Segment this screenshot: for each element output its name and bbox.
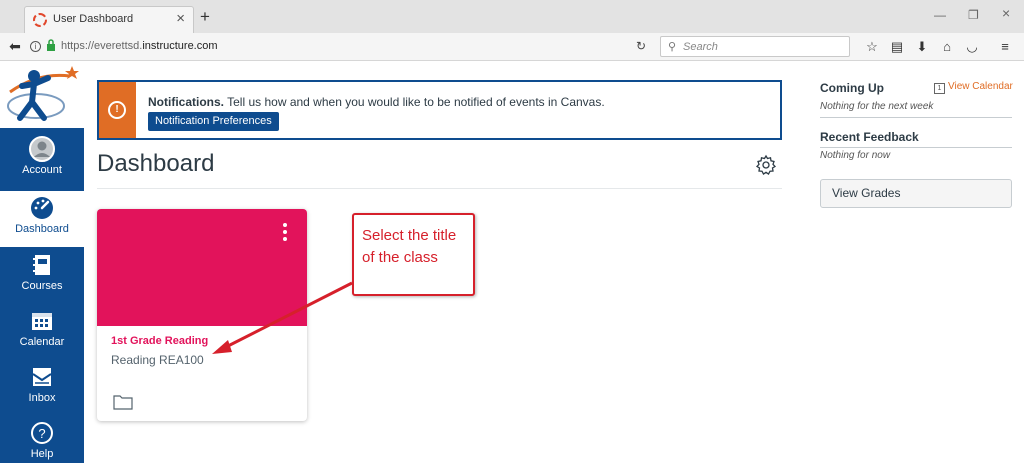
svg-text:?: ?	[38, 426, 45, 441]
nav-label-account: Account	[22, 164, 62, 176]
school-logo-icon	[7, 66, 79, 121]
callout-text: Select the title of the class	[362, 227, 457, 266]
course-card[interactable]: 1st Grade Reading Reading REA100	[97, 209, 307, 421]
dashboard-options-gear-icon[interactable]	[755, 154, 777, 176]
page-title: Dashboard	[97, 150, 215, 177]
global-navigation: Account Dashboard Courses Calendar Inbox…	[0, 62, 84, 463]
school-logo[interactable]	[0, 62, 84, 128]
card-options-kebab-icon[interactable]	[283, 223, 287, 241]
instruction-callout: Select the title of the class	[352, 213, 475, 296]
back-arrow-icon[interactable]: ⬅	[6, 37, 24, 55]
course-card-subtitle: Reading REA100	[111, 353, 204, 367]
view-grades-button[interactable]: View Grades	[820, 179, 1012, 208]
course-card-hero[interactable]	[97, 209, 307, 326]
browser-search-input[interactable]: ⚲ Search	[660, 36, 850, 57]
alert-icon: !	[108, 101, 126, 119]
nav-label-dashboard: Dashboard	[15, 223, 69, 235]
avatar-icon	[29, 136, 55, 162]
new-tab-button[interactable]: +	[200, 8, 210, 25]
browser-tab-bar: User Dashboard × + — ❐ ×	[0, 0, 1024, 33]
notification-preferences-button[interactable]: Notification Preferences	[148, 112, 279, 131]
url-domain: instructure.com	[142, 40, 218, 52]
dashboard-icon	[31, 197, 53, 219]
coming-up-divider	[820, 117, 1012, 118]
dashboard-divider	[97, 188, 782, 189]
help-icon: ?	[31, 422, 53, 444]
site-info-icon[interactable]: i	[30, 41, 41, 52]
recent-feedback-note: Nothing for now	[820, 150, 891, 161]
nav-label-help: Help	[30, 448, 54, 460]
reload-icon[interactable]: ↻	[636, 39, 646, 53]
notification-title: Notifications.	[148, 95, 225, 109]
download-icon[interactable]: ⬇	[914, 39, 930, 55]
notification-body: Tell us how and when you would like to b…	[224, 95, 605, 109]
global-nav-account[interactable]: Account	[0, 132, 84, 188]
tab-title: User Dashboard	[53, 13, 134, 25]
courses-icon	[33, 255, 50, 275]
notification-accent: !	[99, 82, 136, 138]
view-calendar-label: View Calendar	[948, 81, 1013, 92]
bookmark-star-icon[interactable]: ☆	[864, 39, 880, 55]
lock-icon	[47, 39, 55, 51]
nav-label-calendar: Calendar	[19, 336, 65, 348]
notification-banner: ! Notifications. Tell us how and when yo…	[97, 80, 782, 140]
calendar-small-icon: 1	[934, 83, 945, 94]
minimize-button[interactable]: —	[934, 9, 946, 21]
home-icon[interactable]: ⌂	[939, 39, 955, 55]
reading-list-icon[interactable]: ▤	[889, 39, 905, 55]
close-window-button[interactable]: ×	[1002, 6, 1010, 20]
global-nav-inbox[interactable]: Inbox	[0, 360, 84, 416]
restore-button[interactable]: ❐	[968, 9, 979, 21]
recent-feedback-divider	[820, 147, 1012, 148]
course-card-title[interactable]: 1st Grade Reading	[111, 335, 208, 347]
calendar-icon	[32, 313, 52, 330]
global-nav-help[interactable]: ? Help	[0, 416, 84, 463]
global-nav-courses[interactable]: Courses	[0, 248, 84, 304]
global-nav-calendar[interactable]: Calendar	[0, 304, 84, 360]
search-placeholder: Search	[683, 41, 718, 53]
url-prefix: https://everettsd.	[61, 40, 143, 52]
coming-up-note: Nothing for the next week	[820, 101, 934, 112]
browser-tab[interactable]: User Dashboard ×	[24, 6, 194, 33]
recent-feedback-heading: Recent Feedback	[820, 130, 919, 144]
close-tab-icon[interactable]: ×	[176, 10, 185, 27]
search-icon: ⚲	[668, 41, 677, 53]
files-folder-icon[interactable]	[113, 394, 133, 410]
pocket-icon[interactable]: ◡	[964, 39, 980, 55]
canvas-favicon-icon	[33, 13, 47, 27]
nav-label-courses: Courses	[21, 280, 63, 292]
menu-icon[interactable]: ≡	[997, 39, 1013, 55]
global-nav-dashboard[interactable]: Dashboard	[0, 191, 84, 247]
address-bar[interactable]: https://everettsd.instructure.com	[61, 40, 218, 52]
view-calendar-link[interactable]: 1 View Calendar	[934, 81, 1013, 94]
coming-up-heading: Coming Up	[820, 81, 884, 95]
nav-label-inbox: Inbox	[28, 392, 56, 404]
inbox-icon	[32, 368, 52, 386]
browser-nav-bar: ⬅ i https://everettsd.instructure.com ↻ …	[0, 33, 1024, 61]
notification-message: Notifications. Tell us how and when you …	[148, 95, 605, 109]
